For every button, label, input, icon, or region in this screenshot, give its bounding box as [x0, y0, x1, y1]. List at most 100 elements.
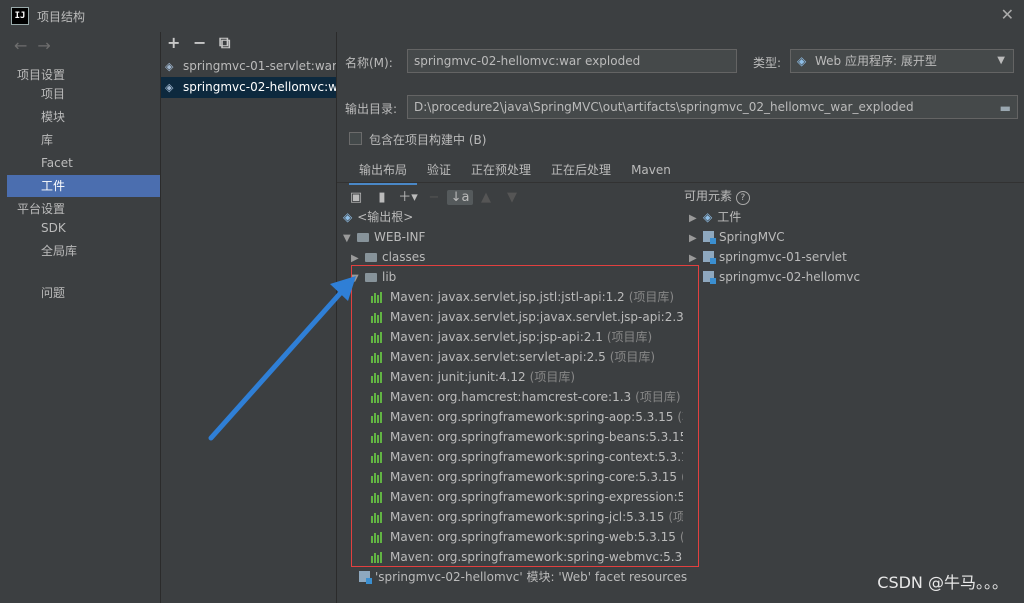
library-icon	[371, 329, 386, 347]
move-down-icon[interactable]: ▼	[499, 190, 525, 205]
module-icon	[703, 231, 716, 244]
sort-icon[interactable]: ↓a	[447, 190, 473, 205]
move-up-icon[interactable]: ▲	[473, 190, 499, 205]
library-item[interactable]: Maven: org.springframework:spring-beans:…	[371, 427, 683, 447]
sidebar-item-sdk[interactable]: SDK	[7, 217, 160, 239]
sidebar-item-modules[interactable]: 模块	[7, 106, 160, 128]
library-icon	[371, 369, 386, 387]
library-scope: (项目库)	[529, 370, 576, 384]
type-label: 类型:	[753, 56, 782, 70]
artifact-item-selected[interactable]: ◈ springmvc-02-hellomvc:war exploded	[161, 77, 336, 98]
library-icon	[371, 489, 386, 507]
library-item[interactable]: Maven: org.springframework:spring-webmvc…	[371, 547, 683, 567]
tree-node-output-root[interactable]: ◈ <输出根>	[343, 207, 413, 227]
back-arrow-icon[interactable]: ←	[14, 36, 37, 55]
close-icon[interactable]: ✕	[1001, 5, 1014, 24]
library-item[interactable]: Maven: org.springframework:spring-jcl:5.…	[371, 507, 683, 527]
chevron-right-icon[interactable]: ▶	[689, 209, 703, 229]
library-scope: (项	[677, 410, 683, 424]
project-settings-heading: 项目设置	[17, 68, 66, 82]
chevron-down-icon[interactable]: ▼	[351, 269, 365, 289]
sidebar-item-libraries[interactable]: 库	[7, 129, 160, 151]
library-scope: (项目库)	[635, 390, 681, 404]
available-item-servlet-module[interactable]: ▶ springmvc-01-servlet	[689, 247, 847, 267]
folder-icon	[365, 273, 377, 282]
library-name: Maven: org.springframework:spring-contex…	[390, 450, 683, 464]
chevron-right-icon[interactable]: ▶	[689, 249, 703, 269]
include-in-build-checkbox[interactable]	[349, 132, 362, 145]
tree-node-classes[interactable]: ▶ classes	[351, 247, 425, 267]
remove-element-icon[interactable]: −	[421, 190, 447, 205]
output-dir-field[interactable]: D:\procedure2\java\SpringMVC\out\artifac…	[407, 95, 1018, 119]
copy-icon[interactable]: ⧉	[219, 33, 245, 53]
artifact-label: springmvc-02-hellomvc:war exploded	[183, 80, 336, 94]
sidebar-item-facets[interactable]: Facet	[7, 152, 160, 174]
library-name: Maven: javax.servlet.jsp:javax.servlet.j…	[390, 310, 683, 324]
tab-post-processing[interactable]: 正在后处理	[541, 157, 621, 182]
library-scope: (项	[681, 470, 683, 484]
library-name: Maven: javax.servlet.jsp:jsp-api:2.1	[390, 330, 603, 344]
library-item[interactable]: Maven: org.springframework:spring-contex…	[371, 447, 683, 467]
name-label: 名称(M):	[345, 56, 393, 70]
sidebar-item-project[interactable]: 项目	[7, 83, 160, 105]
history-nav: ←→	[14, 36, 61, 55]
tab-pre-processing[interactable]: 正在预处理	[461, 157, 541, 182]
library-scope: (项目库)	[606, 330, 653, 344]
library-icon	[371, 349, 386, 367]
name-field[interactable]: springmvc-02-hellomvc:war exploded	[407, 49, 737, 73]
folder-browse-icon[interactable]: ▬	[1000, 97, 1011, 118]
title-bar: IJ 项目结构 ✕	[0, 0, 1024, 32]
chevron-down-icon[interactable]: ▼	[343, 229, 357, 249]
library-name: Maven: org.springframework:spring-core:5…	[390, 470, 678, 484]
library-item[interactable]: Maven: org.springframework:spring-aop:5.…	[371, 407, 683, 427]
tab-output-layout[interactable]: 输出布局	[349, 157, 418, 185]
library-name: Maven: org.springframework:spring-webmvc…	[390, 550, 683, 564]
create-directory-icon[interactable]: ▣	[343, 190, 369, 205]
module-icon	[703, 271, 716, 284]
war-artifact-icon: ◈	[165, 60, 174, 73]
library-item[interactable]: Maven: org.hamcrest:hamcrest-core:1.3 (项目…	[371, 387, 683, 407]
create-archive-icon[interactable]: ▮	[369, 190, 395, 205]
library-item[interactable]: Maven: org.springframework:spring-expres…	[371, 487, 683, 507]
library-icon	[371, 309, 386, 327]
sidebar-item-global-libraries[interactable]: 全局库	[7, 240, 160, 262]
available-item-springmvc[interactable]: ▶ SpringMVC	[689, 227, 785, 247]
add-icon[interactable]: +	[167, 33, 193, 52]
tree-node-lib[interactable]: ▼ lib	[351, 267, 396, 287]
type-select[interactable]: ◈ Web 应用程序: 展开型 ▼	[790, 49, 1014, 73]
available-item-hellomvc-module[interactable]: springmvc-02-hellomvc	[689, 267, 860, 287]
intellij-logo-icon: IJ	[11, 7, 29, 25]
available-item-artifacts[interactable]: ▶ ◈ 工件	[689, 207, 741, 227]
library-name: Maven: org.hamcrest:hamcrest-core:1.3	[390, 390, 632, 404]
help-icon[interactable]: ?	[735, 191, 750, 205]
library-item[interactable]: Maven: javax.servlet.jsp.jstl:jstl-api:1…	[371, 287, 683, 307]
facet-resource-icon	[359, 571, 372, 584]
sidebar-item-problems[interactable]: 问题	[7, 282, 160, 304]
library-item[interactable]: Maven: javax.servlet.jsp:javax.servlet.j…	[371, 307, 683, 327]
tab-divider	[337, 182, 1024, 183]
war-artifact-icon: ◈	[165, 81, 174, 94]
chevron-right-icon[interactable]: ▶	[351, 249, 365, 269]
add-copy-icon[interactable]: ＋▾	[395, 186, 421, 205]
library-item[interactable]: Maven: javax.servlet.jsp:jsp-api:2.1 (项目库…	[371, 327, 683, 347]
tree-node-facet-resources[interactable]: 'springmvc-02-hellomvc' 模块: 'Web' facet …	[359, 567, 687, 587]
folder-icon	[365, 253, 377, 262]
library-item[interactable]: Maven: javax.servlet:servlet-api:2.5 (项目库…	[371, 347, 683, 367]
sidebar-item-artifacts[interactable]: 工件	[7, 175, 160, 197]
remove-icon[interactable]: −	[193, 33, 219, 52]
output-dir-value: D:\procedure2\java\SpringMVC\out\artifac…	[414, 100, 914, 114]
library-item[interactable]: Maven: junit:junit:4.12 (项目库)	[371, 367, 683, 387]
output-root-icon: ◈	[343, 210, 353, 224]
library-item[interactable]: Maven: org.springframework:spring-web:5.…	[371, 527, 683, 547]
tab-maven[interactable]: Maven	[621, 159, 681, 181]
artifacts-list-panel: +−⧉ ◈ springmvc-01-servlet:war exploded ◈…	[161, 32, 337, 603]
window-title: 项目结构	[37, 10, 86, 24]
library-icon	[371, 289, 386, 307]
artifact-item[interactable]: ◈ springmvc-01-servlet:war exploded	[161, 56, 336, 77]
library-item[interactable]: Maven: org.springframework:spring-core:5…	[371, 467, 683, 487]
tree-node-web-inf[interactable]: ▼ WEB-INF	[343, 227, 425, 247]
chevron-right-icon[interactable]: ▶	[689, 229, 703, 249]
library-scope: (项目	[668, 510, 683, 524]
forward-arrow-icon[interactable]: →	[37, 36, 60, 55]
tab-validation[interactable]: 验证	[417, 157, 461, 182]
